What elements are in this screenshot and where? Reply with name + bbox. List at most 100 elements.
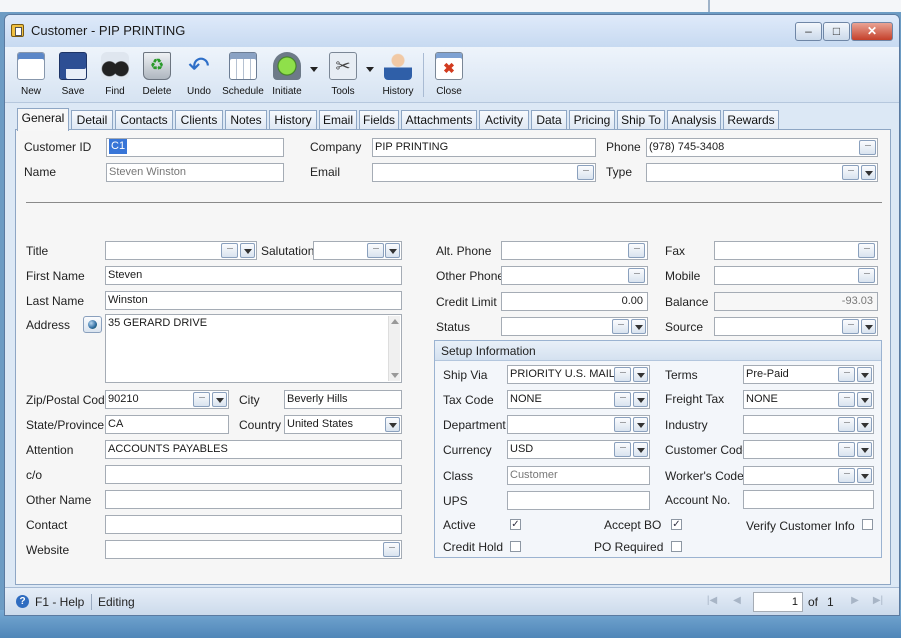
account-no-field[interactable] [743,490,874,509]
title-dropdown-button[interactable] [240,243,255,258]
credit-hold-checkbox[interactable] [510,541,521,552]
alt-phone-field[interactable] [501,241,648,260]
salutation-browse-button[interactable]: ··· [367,243,384,258]
tab-pricing[interactable]: Pricing [569,110,615,130]
tab-general[interactable]: General [17,108,69,131]
next-record-icon[interactable]: ▶ [848,594,862,608]
salutation-dropdown-button[interactable] [385,243,400,258]
help-icon[interactable]: ? [16,595,29,608]
contact-field[interactable] [105,515,402,534]
tab-analysis[interactable]: Analysis [667,110,721,130]
workers-code-browse-button[interactable]: ··· [838,468,855,483]
address-scrollbar[interactable] [388,316,400,381]
name-field[interactable]: Steven Winston [106,163,284,182]
tax-code-browse-button[interactable]: ··· [614,392,631,407]
currency-browse-button[interactable]: ··· [614,442,631,457]
tab-clients[interactable]: Clients [175,110,223,130]
other-phone-field[interactable] [501,266,648,285]
po-required-checkbox[interactable] [671,541,682,552]
tab-email[interactable]: Email [319,110,357,130]
terms-browse-button[interactable]: ··· [838,367,855,382]
ship-via-browse-button[interactable]: ··· [614,367,631,382]
tab-fields[interactable]: Fields [359,110,399,130]
tools-dropdown-icon[interactable] [366,67,374,72]
address-field[interactable]: 35 GERARD DRIVE [105,314,402,383]
first-record-icon[interactable]: |◀ [705,594,719,608]
schedule-button[interactable]: Schedule [221,49,265,101]
department-browse-button[interactable]: ··· [614,417,631,432]
last-name-field[interactable]: Winston [105,291,402,310]
tab-detail[interactable]: Detail [71,110,113,130]
ship-via-dropdown-button[interactable] [633,367,648,382]
active-checkbox[interactable]: ✓ [510,519,521,530]
credit-limit-field[interactable]: 0.00 [501,292,648,311]
type-browse-button[interactable]: ··· [842,165,859,180]
initiate-button[interactable]: Initiate [267,49,307,101]
title-bar[interactable]: Customer - PIP PRINTING – □ ✕ [5,15,899,47]
window-close-button[interactable]: ✕ [851,22,893,41]
ups-field[interactable] [507,491,650,510]
customer-code-dropdown-button[interactable] [857,442,872,457]
alt-phone-browse-button[interactable]: ··· [628,243,645,258]
industry-dropdown-button[interactable] [857,417,872,432]
freight-tax-browse-button[interactable]: ··· [838,392,855,407]
tab-data[interactable]: Data [531,110,567,130]
status-browse-button[interactable]: ··· [612,319,629,334]
tab-history[interactable]: History [269,110,317,130]
other-name-field[interactable] [105,490,402,509]
tab-attachments[interactable]: Attachments [401,110,477,130]
tab-contacts[interactable]: Contacts [115,110,173,130]
source-dropdown-button[interactable] [861,319,876,334]
status-dropdown-button[interactable] [631,319,646,334]
department-dropdown-button[interactable] [633,417,648,432]
company-field[interactable]: PIP PRINTING [372,138,596,157]
email-field[interactable] [372,163,596,182]
website-browse-button[interactable]: ··· [383,542,400,557]
title-browse-button[interactable]: ··· [221,243,238,258]
delete-button[interactable]: ♻ Delete [137,49,177,101]
workers-code-dropdown-button[interactable] [857,468,872,483]
maximize-button[interactable]: □ [823,22,850,41]
state-field[interactable]: CA [105,415,229,434]
last-record-icon[interactable]: ▶| [871,594,885,608]
email-browse-button[interactable]: ··· [577,165,594,180]
fax-field[interactable] [714,241,878,260]
mobile-field[interactable] [714,266,878,285]
mobile-browse-button[interactable]: ··· [858,268,875,283]
undo-button[interactable]: ↶ Undo [179,49,219,101]
customer-id-field[interactable]: C1 [106,138,284,157]
currency-dropdown-button[interactable] [633,442,648,457]
class-field[interactable]: Customer [507,466,650,485]
page-number-field[interactable]: 1 [753,592,803,612]
other-phone-browse-button[interactable]: ··· [628,268,645,283]
save-button[interactable]: Save [53,49,93,101]
phone-browse-button[interactable]: ··· [859,140,876,155]
close-button[interactable]: ✖ Close [429,49,469,101]
history-button[interactable]: History [377,49,419,101]
initiate-dropdown-icon[interactable] [310,67,318,72]
help-shortcut[interactable]: F1 - Help [35,595,84,609]
freight-tax-dropdown-button[interactable] [857,392,872,407]
accept-bo-checkbox[interactable]: ✓ [671,519,682,530]
zip-dropdown-button[interactable] [212,392,227,407]
zip-browse-button[interactable]: ··· [193,392,210,407]
verify-customer-info-checkbox[interactable] [862,519,873,530]
website-field[interactable] [105,540,402,559]
phone-field[interactable]: (978) 745-3408 [646,138,878,157]
tax-code-dropdown-button[interactable] [633,392,648,407]
country-dropdown-button[interactable] [385,417,400,432]
minimize-button[interactable]: – [795,22,822,41]
tab-activity[interactable]: Activity [479,110,529,130]
tab-rewards[interactable]: Rewards [723,110,779,130]
type-dropdown-button[interactable] [861,165,876,180]
terms-dropdown-button[interactable] [857,367,872,382]
fax-browse-button[interactable]: ··· [858,243,875,258]
previous-record-icon[interactable]: ◀ [730,594,744,608]
co-field[interactable] [105,465,402,484]
tab-ship-to[interactable]: Ship To [617,110,665,130]
source-browse-button[interactable]: ··· [842,319,859,334]
customer-code-browse-button[interactable]: ··· [838,442,855,457]
address-map-button[interactable] [83,316,102,333]
tab-notes[interactable]: Notes [225,110,267,130]
tools-button[interactable]: ✂ Tools [323,49,363,101]
